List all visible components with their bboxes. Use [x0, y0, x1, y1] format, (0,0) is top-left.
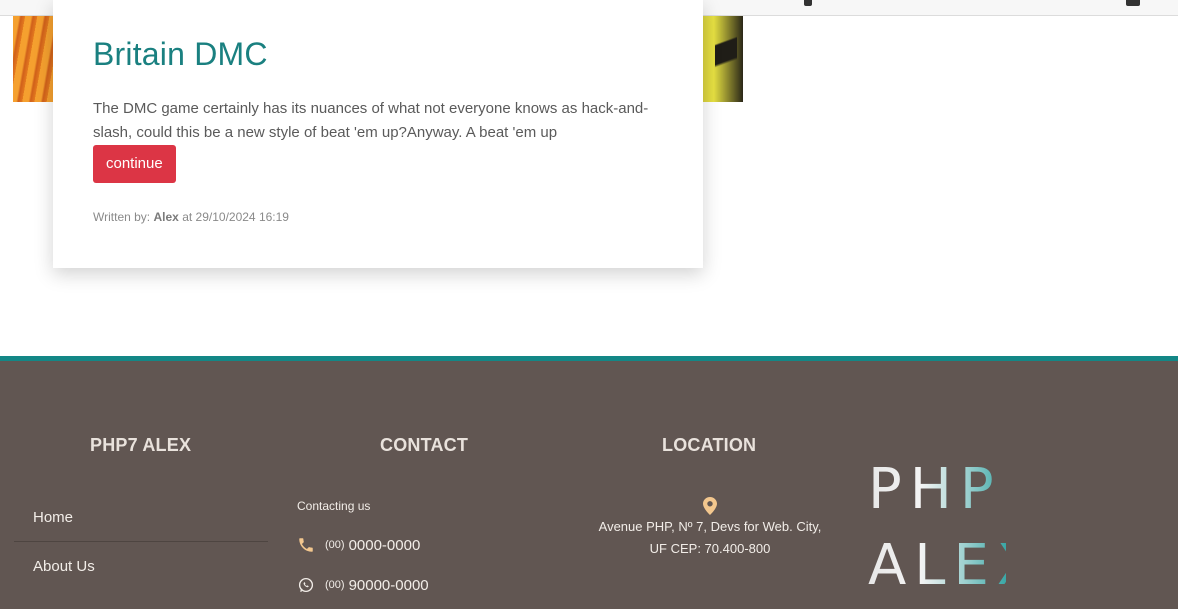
post-excerpt: The DMC game certainly has its nuances o… — [93, 100, 649, 141]
whatsapp-prefix: (00) — [325, 579, 345, 591]
post-title[interactable]: Britain DMC — [93, 36, 268, 73]
phone-number: 0000-0000 — [348, 536, 421, 554]
post-card: Britain DMC The DMC game certainly has i… — [53, 0, 703, 268]
footer-location-heading: LOCATION — [662, 435, 757, 455]
meta-at: at — [182, 210, 193, 224]
contact-intro: Contacting us — [297, 499, 371, 513]
footer-nav-about[interactable]: About Us — [14, 542, 268, 591]
post-author: Alex — [153, 210, 179, 224]
phone-prefix: (00) — [325, 539, 345, 551]
phone-icon — [299, 538, 313, 552]
bookmark-icon[interactable] — [1126, 0, 1140, 6]
footer-nav-home[interactable]: Home — [14, 493, 268, 542]
whatsapp-icon — [298, 577, 314, 593]
meta-prefix: Written by: — [93, 210, 151, 224]
post-date: 29/10/2024 16:19 — [195, 210, 289, 224]
address-line-1: Avenue PHP, Nº 7, Devs for Web. City, — [598, 519, 822, 534]
post-meta: Written by: Alex at 29/10/2024 16:19 — [93, 210, 289, 224]
contact-whatsapp[interactable]: (00) 90000-0000 — [297, 576, 429, 594]
map-pin-icon — [703, 497, 717, 515]
footer-brand-heading: PHP7 ALEX — [90, 435, 192, 455]
bookmark-icon[interactable] — [804, 0, 812, 6]
logo-line-1: PHP7 — [868, 461, 1006, 522]
continue-button[interactable]: continue — [93, 145, 176, 183]
contact-phone[interactable]: (00) 0000-0000 — [297, 536, 420, 554]
site-footer: PHP7 ALEX CONTACT LOCATION Home About Us… — [0, 356, 1178, 609]
brand-logo: PHP7 ALEX — [866, 461, 1006, 601]
location-address: Avenue PHP, Nº 7, Devs for Web. City, UF… — [570, 516, 850, 560]
address-line-2: UF CEP: 70.400-800 — [649, 541, 771, 556]
footer-contact-heading: CONTACT — [380, 435, 469, 455]
logo-line-2: ALEX — [868, 533, 1006, 598]
whatsapp-number: 90000-0000 — [348, 576, 429, 594]
